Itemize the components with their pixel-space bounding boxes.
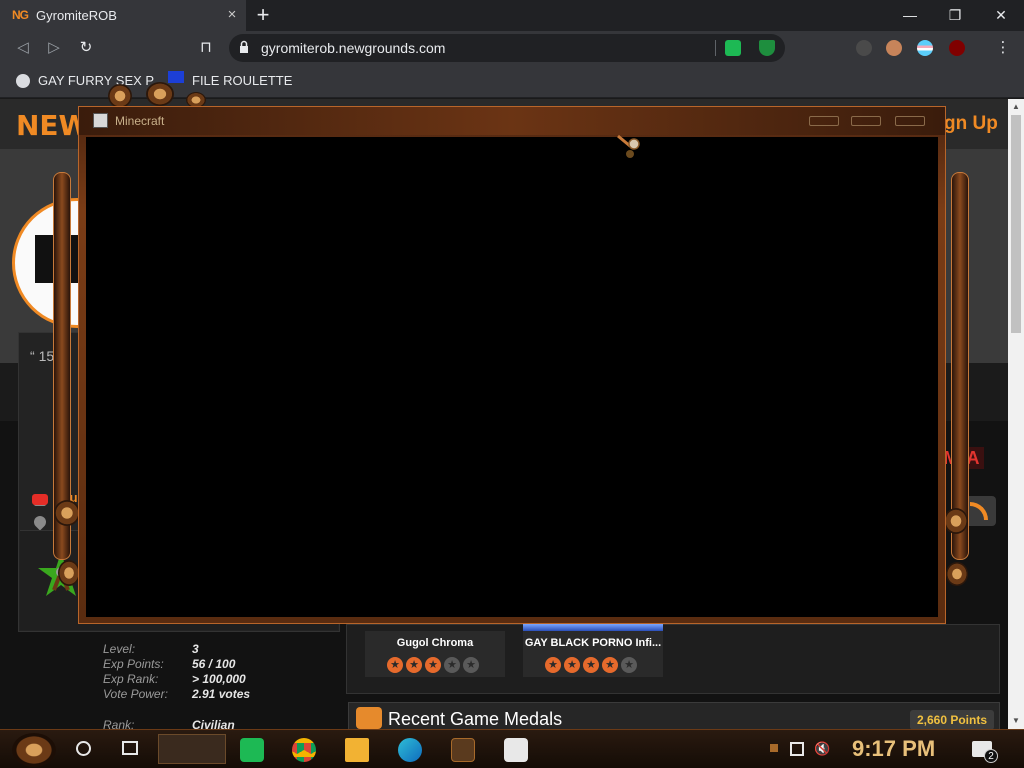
scroll-thumb[interactable] xyxy=(1011,115,1021,333)
bookmark-favicon-icon xyxy=(168,71,184,83)
gear-icon xyxy=(946,562,968,586)
minecraft-window-title: Minecraft xyxy=(115,114,165,128)
minimize-button[interactable] xyxy=(809,116,839,126)
taskbar-clock[interactable]: 9:17 PM xyxy=(852,736,935,762)
sign-up-link[interactable]: gn Up xyxy=(944,113,998,135)
tab-close-icon[interactable]: × xyxy=(224,6,240,24)
game-rating: ★ ★ ★ ★ ★ xyxy=(545,655,640,673)
profile-avatar-icon[interactable] xyxy=(886,40,902,56)
url-text: gyromiterob.newgrounds.com xyxy=(261,40,446,56)
star-icon: ★ xyxy=(444,657,460,673)
browser-toolbar: ◁ ▷ ↻ ⊓ gyromiterob.newgrounds.com ⋮ xyxy=(0,31,1024,65)
game-card[interactable]: Gugol Chroma ★ ★ ★ ★ ★ xyxy=(365,631,505,677)
edge-app-icon[interactable] xyxy=(398,738,422,762)
star-icon: ★ xyxy=(425,657,441,673)
globe-icon xyxy=(16,74,30,88)
extension-icon[interactable] xyxy=(856,40,872,56)
ublock-icon[interactable] xyxy=(949,40,965,56)
bookmark-item[interactable]: FILE ROULETTE xyxy=(192,73,292,88)
taskbar-slot xyxy=(158,734,226,764)
star-icon: ★ xyxy=(564,657,580,673)
flag-extension-icon[interactable] xyxy=(917,40,933,56)
windows-taskbar: 🔇 9:17 PM 2 xyxy=(0,729,1024,768)
game-thumbnail-strip xyxy=(523,624,663,631)
reload-button[interactable]: ↻ xyxy=(75,37,97,59)
new-tab-button[interactable]: + xyxy=(253,3,273,27)
page-scrollbar[interactable]: ▲ ▼ xyxy=(1008,99,1024,729)
shield-extension-icon[interactable] xyxy=(759,40,775,56)
game-title: Gugol Chroma xyxy=(396,637,474,649)
medals-title: Recent Game Medals xyxy=(388,709,563,729)
tab-title: GyromiteROB xyxy=(36,8,117,23)
volume-muted-icon[interactable]: 🔇 xyxy=(814,742,830,756)
file-explorer-icon[interactable] xyxy=(345,738,369,762)
game-title: GAY BLACK PORNO Infi... xyxy=(524,637,662,649)
chrome-app-icon[interactable] xyxy=(292,738,316,762)
scroll-down-icon[interactable]: ▼ xyxy=(1008,713,1024,729)
gauge-icon xyxy=(108,84,132,108)
browser-menu-button[interactable]: ⋮ xyxy=(992,37,1014,59)
gear-icon xyxy=(58,560,80,586)
star-icon: ★ xyxy=(463,657,479,673)
address-bar[interactable]: gyromiterob.newgrounds.com xyxy=(229,34,785,62)
stat-value: 2.91 votes xyxy=(192,687,251,701)
bookmark-item[interactable]: GAY FURRY SEX P... xyxy=(38,73,163,88)
minecraft-app-icon xyxy=(93,113,108,128)
bookmark-star-button[interactable]: ⊓ xyxy=(195,37,217,59)
start-button[interactable] xyxy=(12,733,56,767)
star-icon: ★ xyxy=(621,657,637,673)
gear-icon xyxy=(54,500,80,526)
solitaire-app-icon[interactable] xyxy=(504,738,528,762)
close-window-button[interactable]: ✕ xyxy=(981,4,1021,26)
star-icon: ★ xyxy=(602,657,618,673)
game-rating: ★ ★ ★ ★ ★ xyxy=(387,655,482,673)
minecraft-titlebar[interactable]: Minecraft xyxy=(79,107,945,135)
gear-icon xyxy=(146,82,174,106)
stat-value: 3 xyxy=(192,642,199,656)
app-icon[interactable] xyxy=(451,738,475,762)
right-frame-rail xyxy=(951,172,969,560)
tab-strip: NG GyromiteROB × + — ❐ ✕ xyxy=(0,0,1024,31)
youtube-icon xyxy=(32,494,48,505)
game-card[interactable]: GAY BLACK PORNO Infi... ★ ★ ★ ★ ★ xyxy=(523,631,663,677)
star-icon: ★ xyxy=(583,657,599,673)
search-icon[interactable] xyxy=(76,741,91,756)
task-view-icon[interactable] xyxy=(122,741,138,755)
back-button[interactable]: ◁ xyxy=(12,37,34,59)
maximize-button[interactable] xyxy=(851,116,881,126)
star-icon: ★ xyxy=(545,657,561,673)
minecraft-game-canvas[interactable] xyxy=(86,137,938,617)
stat-label: Exp Points: xyxy=(103,657,164,671)
scroll-up-icon[interactable]: ▲ xyxy=(1008,99,1024,115)
tray-chevron-icon[interactable] xyxy=(770,744,778,752)
lock-icon xyxy=(240,40,248,53)
stat-label: Level: xyxy=(103,642,136,656)
maximize-button[interactable]: ❐ xyxy=(935,4,975,26)
rss-icon xyxy=(970,502,988,520)
tab-gyromiterob[interactable]: NG GyromiteROB × xyxy=(0,0,246,31)
minimize-button[interactable]: — xyxy=(890,4,930,26)
stat-value: > 100,000 xyxy=(192,672,246,686)
green-extension-icon[interactable] xyxy=(725,40,741,56)
gear-icon xyxy=(944,508,968,534)
newgrounds-favicon-icon: NG xyxy=(12,8,29,22)
stat-label: Vote Power: xyxy=(103,687,168,701)
forward-button[interactable]: ▷ xyxy=(43,37,65,59)
minecraft-window: Minecraft xyxy=(78,106,946,624)
stat-value: 56 / 100 xyxy=(192,657,236,671)
medals-icon xyxy=(356,707,382,729)
network-icon[interactable] xyxy=(790,742,804,756)
close-window-button[interactable] xyxy=(895,116,925,126)
star-icon: ★ xyxy=(406,657,422,673)
omnibox-divider xyxy=(715,40,716,56)
star-icon: ★ xyxy=(387,657,403,673)
points-badge: 2,660 Points xyxy=(910,710,994,730)
mouse-cursor-icon xyxy=(617,134,640,158)
spotify-app-icon[interactable] xyxy=(240,738,264,762)
stat-label: Exp Rank: xyxy=(103,672,159,686)
quote-mark: “ xyxy=(30,348,35,364)
notification-count-badge: 2 xyxy=(984,749,998,763)
